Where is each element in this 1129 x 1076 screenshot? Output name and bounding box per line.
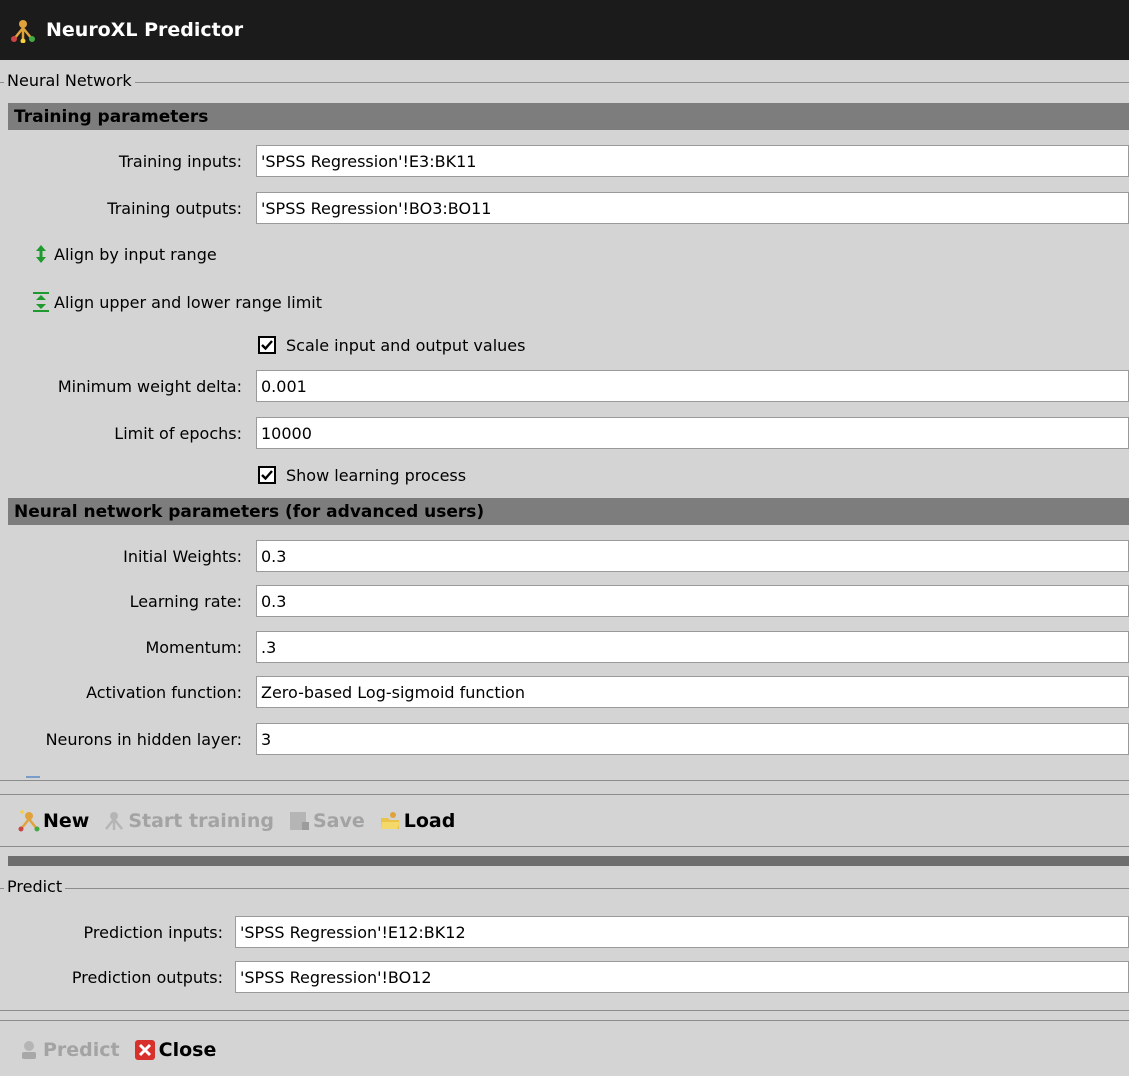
align-range-limit-link[interactable]: Align upper and lower range limit bbox=[32, 288, 322, 316]
neuroxl-app-icon bbox=[11, 20, 35, 43]
close-label: Close bbox=[158, 1039, 217, 1061]
toolbar-divider-top bbox=[0, 794, 1129, 795]
min-weight-delta-field[interactable]: 0.001 bbox=[256, 370, 1129, 402]
scale-values-checkbox-row[interactable]: Scale input and output values bbox=[258, 331, 525, 359]
limit-epochs-row: Limit of epochs: 10000 bbox=[0, 416, 1129, 450]
momentum-row: Momentum: .3 bbox=[0, 630, 1129, 664]
scale-values-checkbox[interactable] bbox=[258, 336, 276, 354]
momentum-label: Momentum: bbox=[145, 637, 242, 657]
title-bar: NeuroXL Predictor bbox=[0, 0, 1129, 60]
checkmark-icon bbox=[261, 470, 273, 481]
activation-function-row: Activation function: Zero-based Log-sigm… bbox=[0, 675, 1129, 709]
toolbar-divider-bottom bbox=[0, 846, 1129, 847]
new-label: New bbox=[43, 810, 90, 832]
network-parameters-header[interactable]: Neural network parameters (for advanced … bbox=[8, 498, 1129, 525]
training-parameters-header[interactable]: Training parameters bbox=[8, 103, 1129, 130]
save-icon bbox=[289, 812, 309, 830]
scale-values-label: Scale input and output values bbox=[286, 335, 526, 355]
clipped-item-icon bbox=[26, 776, 40, 778]
training-outputs-row: Training outputs: 'SPSS Regression'!BO3:… bbox=[0, 191, 1129, 225]
training-inputs-row: Training inputs: 'SPSS Regression'!E3:BK… bbox=[0, 144, 1129, 178]
window-title: NeuroXL Predictor bbox=[46, 19, 244, 41]
training-inputs-label: Training inputs: bbox=[118, 151, 242, 171]
clipped-scroll-item bbox=[26, 768, 246, 778]
predict-label: Predict bbox=[43, 1039, 120, 1061]
predict-group-border bbox=[0, 888, 1129, 889]
show-learning-checkbox[interactable] bbox=[258, 466, 276, 484]
predict-divider-top bbox=[0, 1010, 1129, 1011]
prediction-inputs-label: Prediction inputs: bbox=[83, 922, 223, 942]
predict-legend: Predict bbox=[4, 877, 66, 896]
new-button[interactable]: New bbox=[18, 810, 89, 832]
start-training-label: Start training bbox=[128, 810, 274, 832]
align-arrows-icon bbox=[36, 245, 46, 263]
prediction-outputs-field[interactable]: 'SPSS Regression'!BO12 bbox=[235, 961, 1129, 993]
initial-weights-row: Initial Weights: 0.3 bbox=[0, 539, 1129, 573]
prediction-outputs-row: Prediction outputs: 'SPSS Regression'!BO… bbox=[0, 960, 1129, 994]
initial-weights-label: Initial Weights: bbox=[123, 546, 242, 566]
show-learning-label: Show learning process bbox=[286, 465, 467, 485]
align-by-input-range-link[interactable]: Align by input range bbox=[32, 240, 217, 268]
prediction-inputs-field[interactable]: 'SPSS Regression'!E12:BK12 bbox=[235, 916, 1129, 948]
splitter-bar[interactable] bbox=[8, 856, 1129, 866]
training-inputs-field[interactable]: 'SPSS Regression'!E3:BK11 bbox=[256, 145, 1129, 177]
limit-epochs-field[interactable]: 10000 bbox=[256, 417, 1129, 449]
learning-rate-row: Learning rate: 0.3 bbox=[0, 584, 1129, 618]
checkmark-icon bbox=[261, 340, 273, 351]
new-network-icon bbox=[18, 810, 40, 832]
limit-epochs-label: Limit of epochs: bbox=[114, 423, 242, 443]
save-button[interactable]: Save bbox=[288, 810, 365, 832]
initial-weights-field[interactable]: 0.3 bbox=[256, 540, 1129, 572]
min-weight-delta-label: Minimum weight delta: bbox=[57, 376, 242, 396]
training-outputs-label: Training outputs: bbox=[107, 198, 242, 218]
activation-function-field[interactable]: Zero-based Log-sigmoid function bbox=[256, 676, 1129, 708]
hidden-neurons-row: Neurons in hidden layer: 3 bbox=[0, 722, 1129, 756]
network-toolbar: New Start training Save Load bbox=[18, 803, 469, 839]
momentum-field[interactable]: .3 bbox=[256, 631, 1129, 663]
load-label: Load bbox=[403, 810, 456, 832]
show-learning-checkbox-row[interactable]: Show learning process bbox=[258, 461, 466, 489]
activation-function-label: Activation function: bbox=[86, 682, 242, 702]
predict-icon bbox=[22, 1041, 36, 1059]
training-icon bbox=[105, 812, 124, 830]
prediction-inputs-row: Prediction inputs: 'SPSS Regression'!E12… bbox=[0, 915, 1129, 949]
learning-rate-field[interactable]: 0.3 bbox=[256, 585, 1129, 617]
hidden-neurons-field[interactable]: 3 bbox=[256, 723, 1129, 755]
align-range-limit-label: Align upper and lower range limit bbox=[54, 292, 322, 312]
predict-toolbar: Predict Close bbox=[18, 1032, 230, 1068]
hidden-neurons-label: Neurons in hidden layer: bbox=[45, 729, 242, 749]
align-limits-icon bbox=[33, 292, 49, 312]
neural-network-group-border bbox=[0, 82, 1129, 83]
scroll-area-divider bbox=[0, 780, 1129, 781]
predict-button[interactable]: Predict bbox=[18, 1039, 120, 1061]
align-by-input-range-label: Align by input range bbox=[54, 244, 217, 264]
load-button[interactable]: Load bbox=[379, 810, 456, 832]
neural-network-legend: Neural Network bbox=[4, 71, 135, 90]
training-outputs-field[interactable]: 'SPSS Regression'!BO3:BO11 bbox=[256, 192, 1129, 224]
predict-divider-bottom bbox=[0, 1020, 1129, 1021]
prediction-outputs-label: Prediction outputs: bbox=[71, 967, 223, 987]
min-weight-delta-row: Minimum weight delta: 0.001 bbox=[0, 369, 1129, 403]
learning-rate-label: Learning rate: bbox=[129, 591, 242, 611]
close-button[interactable]: Close bbox=[134, 1039, 217, 1061]
close-icon bbox=[134, 1040, 155, 1060]
save-label: Save bbox=[312, 810, 365, 832]
start-training-button[interactable]: Start training bbox=[103, 810, 274, 832]
load-folder-icon bbox=[380, 812, 400, 829]
